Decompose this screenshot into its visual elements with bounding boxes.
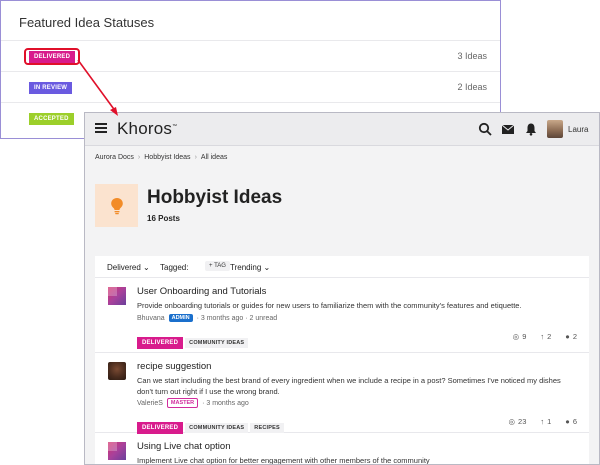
tag-chip[interactable]: RECIPES: [250, 423, 284, 433]
status-filter-dropdown[interactable]: Delivered ⌄: [107, 263, 150, 272]
breadcrumb-item[interactable]: Aurora Docs: [95, 154, 134, 161]
search-icon[interactable]: [478, 122, 492, 136]
post-count: 16 Posts: [147, 214, 180, 223]
author-name[interactable]: Bhuvana: [137, 315, 165, 322]
user-name[interactable]: Laura: [568, 125, 588, 134]
tag-chip[interactable]: COMMUNITY IDEAS: [185, 338, 249, 348]
add-tag-button[interactable]: + TAG: [205, 261, 230, 271]
chevron-right-icon: ›: [194, 154, 197, 161]
filter-bar: Delivered ⌄ Tagged: + TAG Trending ⌄: [95, 256, 589, 278]
idea-stats: ◎ 23 ↑ 1 ● 6: [508, 417, 577, 426]
arrow-up-icon: ↑: [540, 417, 545, 426]
page-title: Hobbyist Ideas: [147, 187, 283, 208]
kudos-stat[interactable]: ↑ 1: [540, 417, 551, 426]
role-badge: ADMIN: [168, 314, 193, 322]
comment-icon: ●: [565, 417, 570, 426]
eye-icon: ◎: [508, 417, 516, 426]
eye-icon: ◎: [512, 332, 520, 341]
list-item[interactable]: recipe suggestion Can we start including…: [95, 353, 589, 434]
idea-avatar: [108, 287, 126, 305]
idea-meta: Bhuvana ADMIN · 3 months ago · 2 unread: [137, 314, 277, 322]
brand-logo[interactable]: Khoros™: [117, 119, 177, 139]
sort-dropdown[interactable]: Trending ⌄: [230, 263, 270, 272]
views-stat: ◎ 23: [508, 417, 527, 426]
mail-icon[interactable]: [501, 122, 515, 136]
chevron-right-icon: ›: [137, 154, 141, 161]
breadcrumb-item[interactable]: Hobbyist Ideas: [144, 154, 190, 161]
idea-title[interactable]: User Onboarding and Tutorials: [137, 286, 266, 297]
idea-description: Can we start including the best brand of…: [137, 376, 561, 396]
post-time: · 3 months ago: [202, 400, 249, 407]
lightbulb-icon: [110, 197, 123, 214]
status-count: 2 Ideas: [457, 82, 487, 92]
idea-description: Provide onboarding tutorials or guides f…: [137, 301, 522, 310]
idea-stats: ◎ 9 ↑ 2 ● 2: [513, 332, 577, 341]
notification-icon[interactable]: [524, 122, 538, 136]
breadcrumb-item: All ideas: [200, 154, 228, 161]
breadcrumb: Aurora Docs › Hobbyist Ideas › All ideas: [95, 154, 227, 161]
post-time: · 3 months ago · 2 unread: [196, 315, 278, 322]
role-badge: MASTER: [166, 398, 199, 408]
comment-icon: ●: [565, 332, 570, 341]
comments-stat[interactable]: ● 2: [565, 332, 577, 341]
status-badge-accepted[interactable]: ACCEPTED: [29, 113, 74, 125]
tagged-label: Tagged:: [160, 263, 189, 272]
idea-title[interactable]: recipe suggestion: [137, 361, 211, 372]
chevron-down-icon: ⌄: [263, 263, 271, 272]
status-badge-in-review[interactable]: IN REVIEW: [29, 82, 73, 94]
menu-icon[interactable]: [95, 123, 107, 133]
comments-stat[interactable]: ● 6: [565, 417, 577, 426]
idea-avatar: [108, 442, 126, 460]
idea-description: Implement Live chat option for better en…: [137, 456, 430, 465]
user-avatar: [108, 362, 126, 380]
status-badge[interactable]: DELIVERED: [137, 337, 184, 349]
chevron-down-icon: ⌄: [143, 263, 150, 272]
idea-tags: DELIVERED COMMUNITY IDEAS: [137, 331, 250, 349]
arrow-up-icon: ↑: [540, 332, 545, 341]
community-board-window: Khoros™ Laura Aurora Docs › Hobbyist Ideas…: [84, 112, 600, 465]
views-stat: ◎ 9: [512, 332, 527, 341]
status-count: 3 Ideas: [457, 51, 487, 61]
top-navigation-bar: Khoros™ Laura: [85, 113, 599, 146]
kudos-stat[interactable]: ↑ 2: [540, 332, 551, 341]
board-avatar: [95, 184, 138, 227]
idea-list: User Onboarding and Tutorials Provide on…: [95, 278, 589, 465]
idea-tags: DELIVERED COMMUNITY IDEAS RECIPES: [137, 416, 286, 434]
list-item[interactable]: Using Live chat option Implement Live ch…: [95, 433, 589, 465]
idea-title[interactable]: Using Live chat option: [137, 441, 230, 452]
user-avatar[interactable]: [547, 120, 563, 138]
author-name[interactable]: ValerieS: [137, 400, 163, 407]
panel-title: Featured Idea Statuses: [19, 15, 155, 30]
tag-chip[interactable]: COMMUNITY IDEAS: [185, 423, 249, 433]
status-row-in-review[interactable]: IN REVIEW 2 Ideas: [1, 71, 500, 102]
list-item[interactable]: User Onboarding and Tutorials Provide on…: [95, 278, 589, 353]
highlight-box: [24, 48, 80, 65]
idea-meta: ValerieS MASTER · 3 months ago: [137, 398, 249, 408]
